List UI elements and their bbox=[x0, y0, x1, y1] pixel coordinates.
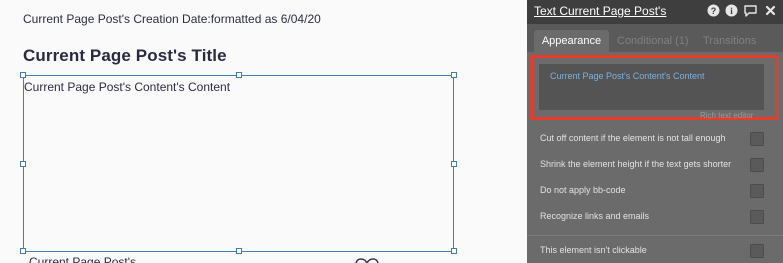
svg-text:?: ? bbox=[711, 6, 717, 16]
option-label: This element isn't clickable bbox=[540, 245, 647, 255]
post-title-text[interactable]: Current Page Post's Title bbox=[23, 46, 227, 66]
resize-handle-top[interactable] bbox=[236, 72, 242, 78]
panel-tabs: Appearance Conditional (1) Transitions bbox=[527, 24, 783, 52]
option-label: Do not apply bb-code bbox=[540, 185, 626, 195]
section-divider bbox=[527, 235, 783, 236]
option-checkbox[interactable] bbox=[750, 184, 764, 198]
option-checkbox[interactable] bbox=[750, 132, 764, 146]
tab-appearance[interactable]: Appearance bbox=[534, 30, 609, 52]
resize-handle-right[interactable] bbox=[451, 161, 457, 167]
comment-icon[interactable] bbox=[743, 4, 758, 17]
resize-handle-left[interactable] bbox=[20, 161, 26, 167]
panel-title[interactable]: Text Current Page Post's bbox=[534, 4, 666, 18]
resize-handle-bottom-left[interactable] bbox=[20, 248, 26, 254]
option-no-bb-code: Do not apply bb-code bbox=[527, 179, 783, 205]
info-icon[interactable]: i bbox=[725, 4, 738, 17]
resize-handle-top-right[interactable] bbox=[451, 72, 457, 78]
tab-transitions[interactable]: Transitions bbox=[703, 30, 756, 52]
selected-text-element[interactable]: Current Page Post's Content's Content bbox=[23, 75, 454, 252]
tab-conditional[interactable]: Conditional (1) bbox=[617, 30, 689, 52]
resize-handle-bottom[interactable] bbox=[236, 248, 242, 254]
rich-text-editor-link[interactable]: Rich text editor bbox=[700, 111, 778, 120]
option-label: Recognize links and emails bbox=[540, 211, 650, 221]
option-not-clickable: This element isn't clickable bbox=[527, 239, 783, 263]
help-icon[interactable]: ? bbox=[707, 4, 720, 17]
option-cut-off-content: Cut off content if the element is not ta… bbox=[527, 127, 783, 153]
option-checkbox[interactable] bbox=[750, 244, 764, 258]
content-text: Current Page Post's Content's Content bbox=[24, 80, 231, 94]
resize-handle-top-left[interactable] bbox=[20, 72, 26, 78]
bottom-text[interactable]: Current Page Post's bbox=[29, 255, 136, 263]
panel-header: Text Current Page Post's ? i bbox=[527, 0, 783, 24]
creation-date-text[interactable]: Current Page Post's Creation Date:format… bbox=[23, 11, 323, 39]
editor-canvas: Current Page Post's Creation Date:format… bbox=[0, 0, 527, 263]
option-label: Cut off content if the element is not ta… bbox=[540, 133, 726, 143]
heart-icon[interactable] bbox=[354, 257, 380, 263]
option-checkbox[interactable] bbox=[750, 210, 764, 224]
close-icon[interactable] bbox=[764, 4, 777, 17]
option-checkbox[interactable] bbox=[750, 158, 764, 172]
option-recognize-links: Recognize links and emails bbox=[527, 205, 783, 231]
option-shrink-height: Shrink the element height if the text ge… bbox=[527, 153, 783, 179]
resize-handle-bottom-right[interactable] bbox=[451, 248, 457, 254]
option-label: Shrink the element height if the text ge… bbox=[540, 159, 732, 169]
